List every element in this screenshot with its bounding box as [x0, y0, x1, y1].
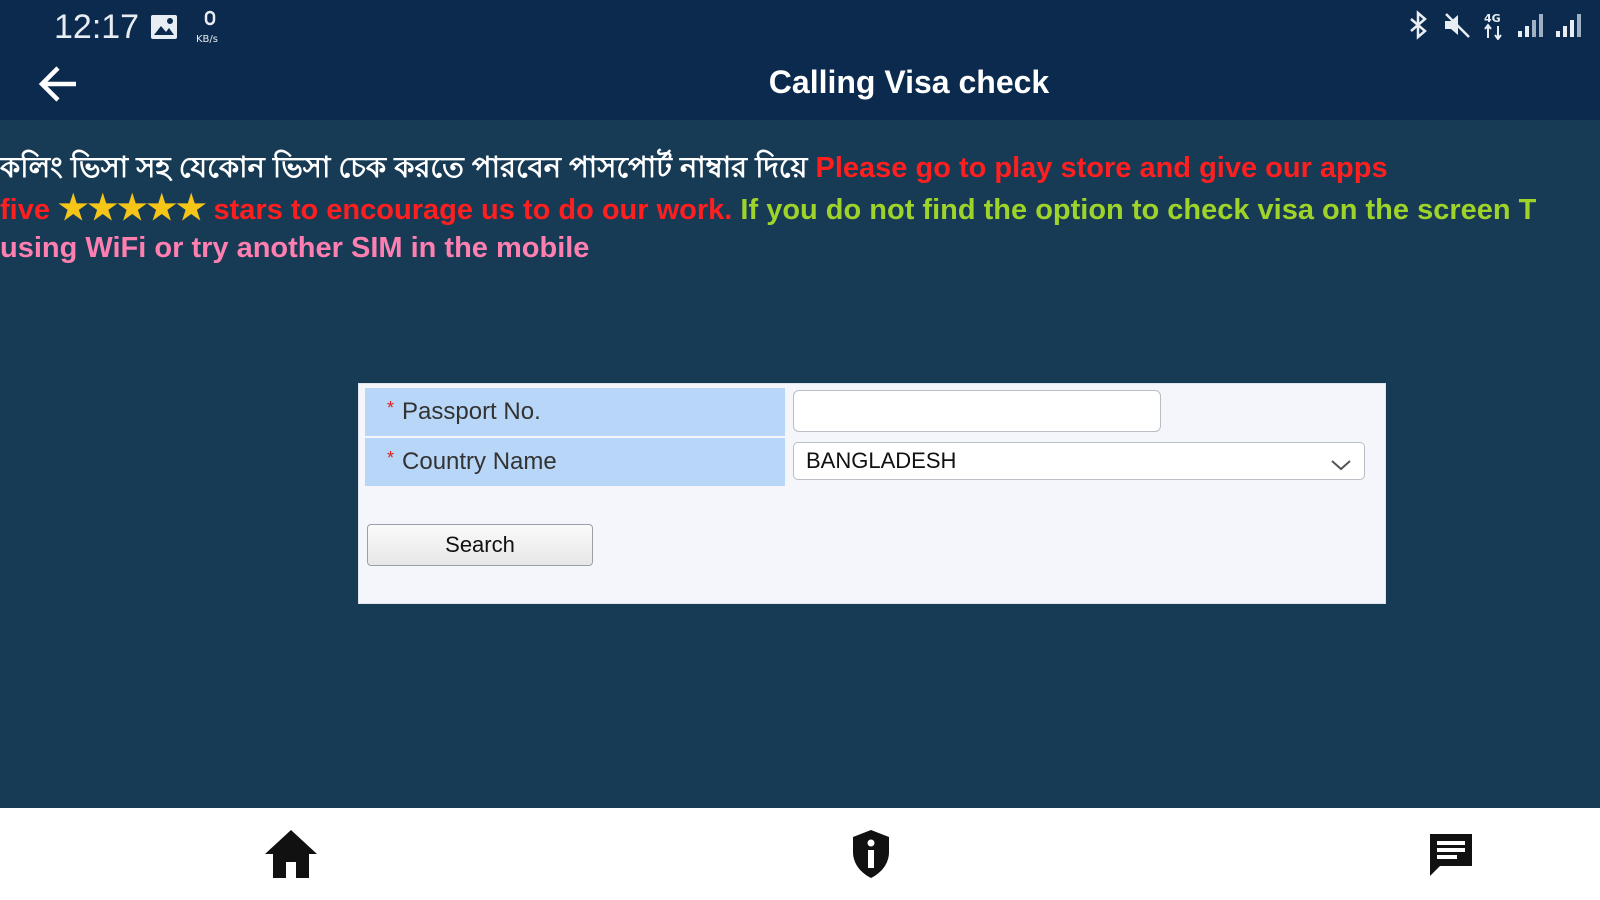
notice-line-1: কলিং ভিসা সহ যেকোন ভিসা চেক করতে পারবেন …: [0, 148, 1600, 188]
passport-label: Passport No.: [402, 398, 541, 425]
status-left-icons: KB/s: [150, 10, 226, 48]
country-row: * Country Name BANGLADESH: [365, 438, 1381, 486]
passport-field-area: [785, 388, 1381, 436]
bluetooth-icon: [1406, 10, 1432, 44]
notice-line-2: five ★★★★★ stars to encourage us to do o…: [0, 188, 1600, 228]
notice-option-text: If you do not find the option to check v…: [740, 194, 1537, 226]
page-title: Calling Visa check: [768, 64, 1050, 100]
home-icon: [263, 828, 319, 884]
chat-icon: [1426, 830, 1476, 882]
svg-text:4G: 4G: [1484, 12, 1501, 25]
data-speed-icon: KB/s: [192, 10, 226, 48]
signal-icon: [1516, 11, 1544, 43]
passport-input[interactable]: [793, 390, 1161, 432]
status-right-icons: 4G: [1406, 10, 1582, 44]
status-time: 12:17: [54, 8, 140, 46]
notice-bengali-text: কলিং ভিসা সহ যেকোন ভিসা চেক করতে পারবেন …: [0, 152, 816, 184]
bottom-nav: [0, 808, 1600, 900]
country-label-cell: * Country Name: [365, 438, 785, 486]
passport-label-cell: * Passport No.: [365, 388, 785, 436]
app-bar: Calling Visa check: [0, 58, 1600, 120]
required-mark: *: [387, 447, 395, 468]
signal-icon: [1554, 11, 1582, 43]
notice-marquee: কলিং ভিসা সহ যেকোন ভিসা চেক করতে পারবেন …: [0, 148, 1600, 268]
image-icon: [150, 14, 178, 44]
search-button[interactable]: Search: [367, 524, 593, 566]
notice-five-text: five: [0, 194, 59, 226]
country-field-area: BANGLADESH: [785, 438, 1381, 486]
chevron-down-icon: [1330, 453, 1352, 479]
nav-home[interactable]: [256, 826, 326, 886]
country-label: Country Name: [402, 448, 557, 475]
info-shield-icon: [849, 828, 893, 884]
passport-row: * Passport No.: [365, 388, 1381, 436]
visa-search-form: * Passport No. * Country Name BANGLADESH…: [358, 383, 1386, 604]
nav-chat[interactable]: [1416, 826, 1486, 886]
notice-line-3: using WiFi or try another SIM in the mob…: [0, 228, 1600, 268]
required-mark: *: [387, 397, 395, 418]
notice-wifi-text: using WiFi or try another SIM in the mob…: [0, 232, 590, 264]
notice-encourage-text: stars to encourage us to do our work.: [205, 194, 741, 226]
nav-info[interactable]: [836, 826, 906, 886]
mute-icon: [1442, 10, 1472, 44]
svg-text:KB/s: KB/s: [196, 34, 218, 44]
notice-playstore-text: Please go to play store and give our app…: [815, 152, 1388, 184]
country-selected-value: BANGLADESH: [806, 448, 957, 473]
country-select[interactable]: BANGLADESH: [793, 442, 1365, 480]
4g-icon: 4G: [1482, 10, 1506, 44]
five-stars: ★★★★★: [58, 189, 206, 227]
status-bar: 12:17 KB/s 4G: [0, 0, 1600, 58]
